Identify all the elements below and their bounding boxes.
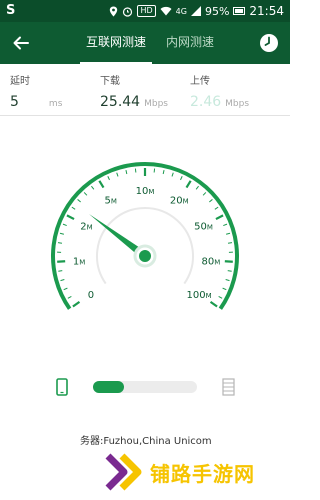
gauge-minor-tick (162, 169, 165, 175)
tab-lan-speed[interactable]: 内网测速 (158, 22, 222, 64)
wifi-icon (160, 6, 172, 16)
arrow-left-icon (13, 36, 29, 50)
gauge-minor-tick (180, 176, 183, 181)
phone-icon (56, 378, 68, 396)
status-bar: S HD 4G 95% 21:54 (0, 0, 290, 22)
gauge-major-tick (209, 300, 218, 308)
gauge-minor-tick (116, 172, 119, 177)
gauge-major-tick (185, 180, 192, 189)
signal-icon (190, 6, 201, 16)
test-progress-bar (93, 381, 197, 393)
gauge-minor-tick (125, 169, 128, 175)
watermark-text: 铺路手游网 (150, 462, 255, 486)
test-progress-fill (93, 381, 125, 393)
server-info-text: 务器:Fuzhou,China Unicom (80, 436, 212, 447)
latency-label: 延时 (10, 76, 30, 87)
gauge-major-tick (72, 300, 81, 308)
gauge-minor-tick (59, 232, 64, 235)
hd-badge: HD (137, 5, 156, 17)
battery-percent: 95% (204, 4, 230, 18)
location-icon (110, 6, 118, 16)
gauge-minor-tick (214, 206, 219, 210)
upload-unit: Mbps (225, 99, 250, 109)
gauge-major-tick (66, 214, 75, 221)
download-label: 下载 (100, 76, 120, 87)
gauge-minor-tick (202, 192, 207, 196)
gauge-minor-tick (83, 192, 88, 196)
history-button[interactable] (258, 32, 280, 54)
gauge-dial: 0 1M 2M 5M 10M 20M 50M 80M 100M (51, 162, 239, 310)
status-indicators: HD 4G 95% 21:54 (109, 0, 284, 22)
back-button[interactable] (8, 30, 34, 56)
latency-unit: ms (48, 99, 63, 109)
gauge-major-tick (57, 260, 66, 263)
network-type: 4G (175, 6, 187, 16)
gauge-minor-tick (60, 279, 65, 282)
server-icon (222, 378, 235, 396)
latency-value: 5 (10, 94, 19, 110)
latency-stat: 延时 5 ms (10, 72, 62, 110)
gauge-tick-label: 1M (73, 256, 85, 267)
gauge-minor-tick (58, 270, 63, 272)
server-button[interactable] (222, 378, 235, 396)
gauge-hub (139, 250, 151, 262)
upload-value: 2.46 (190, 94, 222, 110)
gauge-tick-label: 50M (194, 222, 213, 233)
gauge-tick-label: 20M (170, 196, 189, 207)
gauge-tick-label: 0 (88, 290, 94, 301)
gauge-minor-tick (71, 206, 76, 210)
gauge-tick-label: 80M (201, 256, 220, 267)
gauge-tick-label: 5M (105, 196, 117, 207)
gauge-minor-tick (226, 232, 231, 235)
app-header: 互联网测速 内网测速 (0, 22, 290, 64)
gauge-minor-tick (195, 185, 199, 190)
battery-icon (233, 7, 246, 15)
gauge-minor-tick (225, 279, 230, 282)
device-button[interactable] (55, 378, 69, 396)
gauge-minor-tick (62, 223, 67, 227)
gauge-tick-label: 100M (186, 290, 211, 301)
gauge-minor-tick (218, 295, 223, 299)
gauge-tick-label: 2M (80, 222, 92, 233)
gauge-minor-tick (57, 242, 63, 244)
speed-gauge: 0 1M 2M 5M 10M 20M 50M 80M 100M (45, 162, 245, 318)
gauge-minor-tick (91, 185, 95, 190)
gauge-major-tick (215, 214, 224, 221)
gauge-major-tick (224, 260, 233, 263)
watermark: 铺路手游网 (102, 448, 290, 498)
watermark-logo-icon (105, 453, 142, 491)
gauge-minor-tick (67, 295, 72, 299)
gauge-minor-tick (63, 287, 68, 291)
upload-stat: 上传 2.46 Mbps (190, 72, 249, 110)
gauge-minor-tick (171, 172, 174, 177)
gauge-minor-tick (223, 223, 228, 227)
gauge-minor-tick (222, 287, 227, 291)
gauge-minor-tick (227, 242, 233, 244)
clock-icon (260, 34, 278, 52)
download-stat: 下载 25.44 Mbps (100, 72, 168, 110)
gauge-minor-tick (77, 199, 81, 203)
speed-stats: 延时 5 ms 下载 25.44 Mbps 上传 2.46 Mbps (0, 64, 290, 116)
download-value: 25.44 (100, 94, 141, 110)
download-unit: Mbps (144, 99, 168, 109)
gauge-major-tick (98, 180, 105, 189)
gauge-minor-tick (107, 176, 110, 181)
upload-label: 上传 (190, 76, 210, 87)
status-time: 21:54 (249, 4, 284, 18)
alarm-icon (123, 6, 133, 17)
server-info: 务器:Fuzhou,China Unicom (80, 432, 212, 447)
gauge-tick-label: 10M (136, 186, 155, 197)
tab-internet-speed[interactable]: 互联网测速 (80, 22, 152, 64)
gauge-minor-tick (209, 199, 213, 203)
gauge-minor-tick (227, 270, 232, 272)
status-app-glyph: S (6, 3, 16, 18)
